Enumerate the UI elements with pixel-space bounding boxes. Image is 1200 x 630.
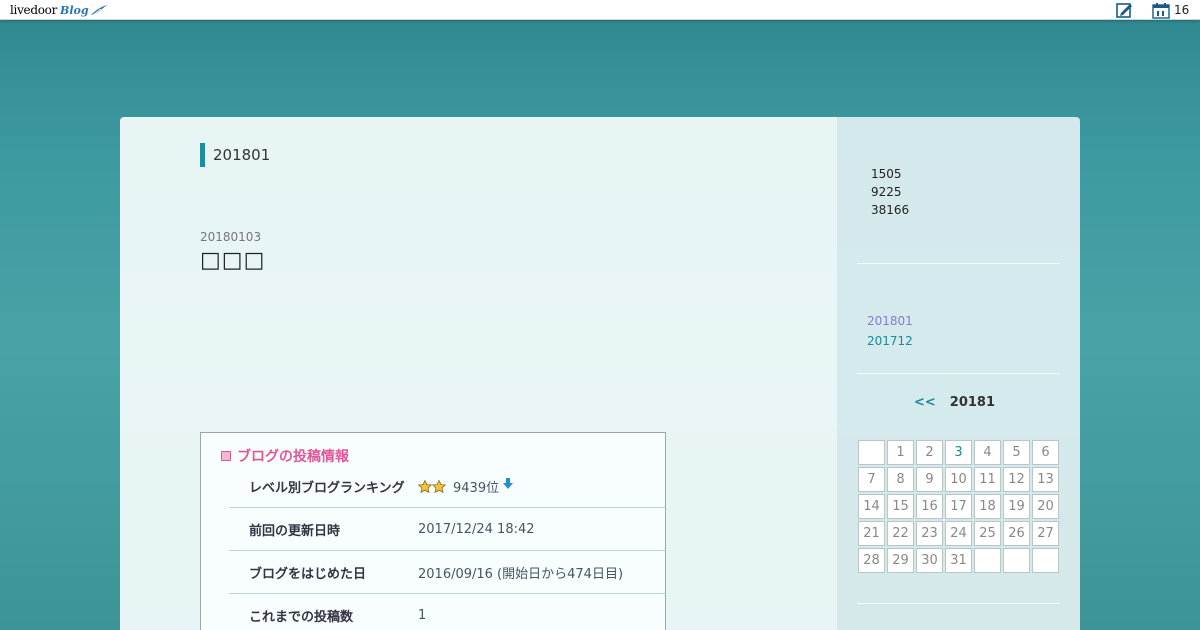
info-box-title: ブログの投稿情報 [221,446,349,466]
calendar-day: 26 [1003,521,1030,546]
calendar-day: 11 [974,467,1001,492]
rank-stars [418,479,446,493]
calendar-day: 12 [1003,467,1030,492]
calendar-header: << 20181 [914,395,995,410]
info-box-title-text: ブログの投稿情報 [237,449,349,465]
info-row-ranking: レベル別ブログランキング 9439位 [229,465,665,508]
logo-blog-text: Blog [60,3,89,17]
counter-value: 1505 [871,167,902,181]
calendar-day: 16 [916,494,943,519]
calendar-day: 13 [1032,467,1059,492]
star-icon [418,479,432,493]
calendar-empty-cell [858,440,885,465]
calendar-day: 21 [858,521,885,546]
access-counter: 1505 9225 38166 [871,165,909,219]
post-date: 20180103 [200,230,262,244]
calendar-day: 1 [887,440,914,465]
calendar-day: 24 [945,521,972,546]
calendar-day: 9 [916,467,943,492]
notification-count[interactable]: 16 [1174,2,1189,18]
calendar-day: 18 [974,494,1001,519]
calendar-day: 22 [887,521,914,546]
calendar-day: 27 [1032,521,1059,546]
star-icon [432,479,446,493]
info-value: 2016/09/16 (開始日から474日目) [418,566,624,582]
calendar-empty-cell [1003,548,1030,573]
info-label: ブログをはじめた日 [249,566,367,582]
blog-post-info-box: ブログの投稿情報 レベル別ブログランキング 9439位 前回の更新日時 2017… [200,432,666,630]
arrow-down-icon [503,478,514,489]
info-row-post-count: これまでの投稿数 1 [229,594,665,630]
logo-livedoor-text: livedoor [10,3,58,17]
calendar-day: 31 [945,548,972,573]
square-bullet-icon [221,451,231,461]
calendar-day: 8 [887,467,914,492]
info-label: レベル別ブログランキング [249,480,405,496]
main-content: 201801 20180103 □□□ ブログの投稿情報 レベル別ブログランキン… [120,117,837,630]
calendar-prev-button[interactable]: << [914,395,936,410]
calendar-day: 30 [916,548,943,573]
post-title[interactable]: □□□ [200,248,265,273]
info-value: 9439位 [418,477,514,496]
info-row-last-updated: 前回の更新日時 2017/12/24 18:42 [229,508,665,551]
calendar-day: 10 [945,467,972,492]
calendar-day: 4 [974,440,1001,465]
counter-value: 38166 [871,203,910,217]
calendar-day: 29 [887,548,914,573]
sidebar-divider [857,263,1060,264]
ranking-value[interactable]: 9439位 [453,477,499,496]
top-bar: livedoor Blog 16 [0,0,1200,20]
calendar-day: 14 [858,494,885,519]
calendar-day: 15 [887,494,914,519]
calendar-day: 25 [974,521,1001,546]
calendar-day: 20 [1032,494,1059,519]
sidebar-divider [857,603,1060,604]
edit-icon[interactable] [1116,2,1133,18]
archive-link-201712[interactable]: 201712 [867,334,913,348]
sidebar: 1505 9225 38166 201801 201712 << 20181 1… [837,117,1080,630]
calendar-month: 20181 [949,395,996,410]
calendar-day: 6 [1032,440,1059,465]
feather-icon [90,5,107,16]
info-value: 1 [418,607,427,623]
livedoor-blog-logo[interactable]: livedoor Blog [10,2,108,18]
calendar-day: 2 [916,440,943,465]
calendar-empty-cell [1032,548,1059,573]
info-label: これまでの投稿数 [249,609,354,625]
sidebar-divider [857,373,1060,374]
archive-link-201801[interactable]: 201801 [867,314,913,328]
archive-heading: 201801 [200,143,270,167]
counter-value: 9225 [871,185,902,199]
calendar-day: 7 [858,467,885,492]
calendar-day: 23 [916,521,943,546]
calendar-day: 17 [945,494,972,519]
calendar-icon[interactable] [1152,2,1170,19]
info-value: 2017/12/24 18:42 [418,521,535,537]
calendar-day[interactable]: 3 [945,440,972,465]
calendar-day: 19 [1003,494,1030,519]
info-label: 前回の更新日時 [249,523,341,539]
calendar-empty-cell [974,548,1001,573]
calendar-day: 5 [1003,440,1030,465]
info-row-start-date: ブログをはじめた日 2016/09/16 (開始日から474日目) [229,551,665,594]
calendar-day: 28 [858,548,885,573]
